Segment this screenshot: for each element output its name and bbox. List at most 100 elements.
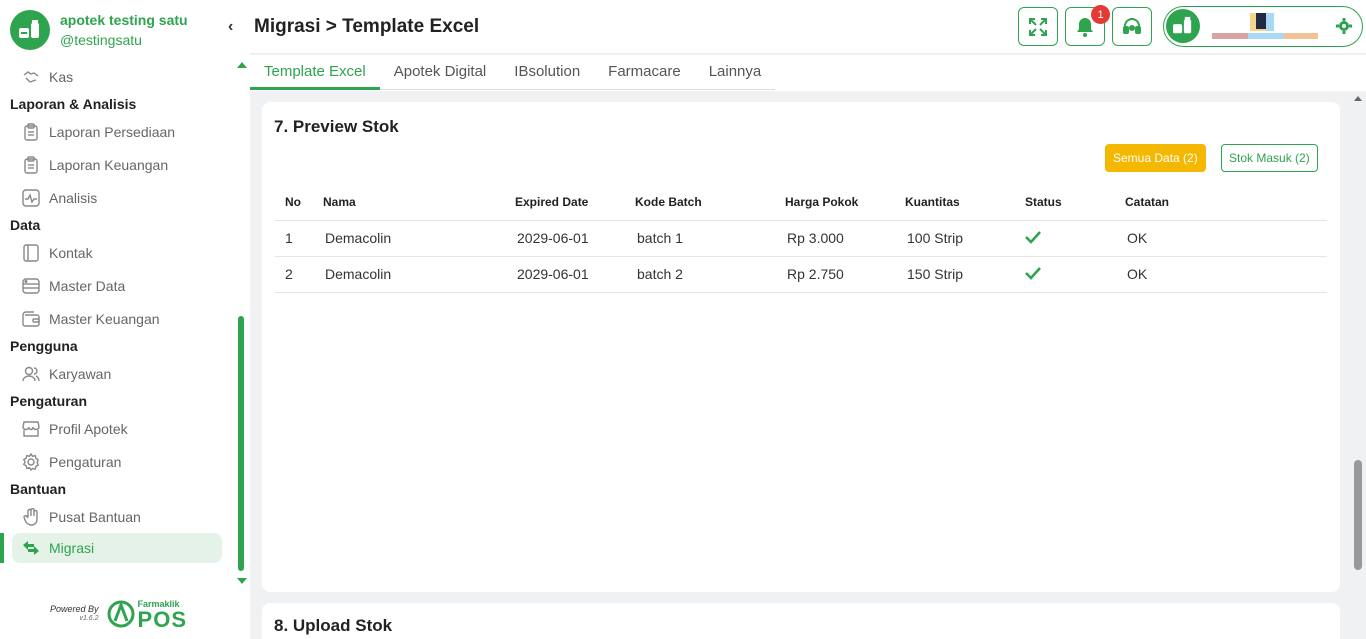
table-cell: 1 xyxy=(275,220,323,257)
sidebar-section-pengguna: Pengguna xyxy=(10,338,78,354)
pharmacy-name: apotek testing satu xyxy=(60,12,188,28)
powered-by-label: Powered By xyxy=(50,604,99,614)
brand[interactable]: apotek testing satu @testingsatu xyxy=(10,10,188,50)
filter-stock-in-button[interactable]: Stok Masuk (2) xyxy=(1221,144,1318,172)
table-header-row: No Nama Expired Date Kode Batch Harga Po… xyxy=(275,184,1327,221)
tab-ibsolution[interactable]: IBsolution xyxy=(500,55,594,90)
scrollbar-thumb[interactable] xyxy=(1354,460,1362,570)
headset-icon xyxy=(1123,17,1141,34)
sidebar-item-master-data[interactable]: Master Data xyxy=(0,269,235,302)
sidebar-item-label: Pengaturan xyxy=(49,453,122,470)
sidebar-item-label: Profil Apotek xyxy=(49,420,128,437)
table-cell: Rp 2.750 xyxy=(785,256,905,293)
sidebar-scrollbar[interactable] xyxy=(236,60,247,590)
sidebar-item-migrasi[interactable]: Migrasi xyxy=(0,533,222,563)
sidebar-item-kas[interactable]: Kas xyxy=(0,60,235,93)
section-title: 7. Preview Stok xyxy=(274,117,399,136)
filter-all-data-button[interactable]: Semua Data (2) xyxy=(1105,144,1206,172)
scroll-down-icon[interactable] xyxy=(237,578,247,584)
sidebar-item-karyawan[interactable]: Karyawan xyxy=(0,357,235,390)
section-title: 8. Upload Stok xyxy=(274,616,393,635)
column-header: No xyxy=(275,184,323,221)
sidebar-section-data: Data xyxy=(10,217,41,233)
clipboard-icon xyxy=(22,155,40,174)
expand-icon xyxy=(1029,17,1047,36)
farmaklik-logo-icon xyxy=(107,600,135,628)
table-cell: 100 Strip xyxy=(905,220,1025,257)
status-check-icon xyxy=(1025,256,1125,293)
fullscreen-button[interactable] xyxy=(1018,7,1058,46)
preview-stock-table: No Nama Expired Date Kode Batch Harga Po… xyxy=(275,184,1327,293)
column-header: Expired Date xyxy=(515,184,635,221)
sidebar-item-kontak[interactable]: Kontak xyxy=(0,236,235,269)
scrollbar-thumb[interactable] xyxy=(238,316,244,571)
contact-book-icon xyxy=(22,243,40,262)
table-cell: batch 1 xyxy=(635,220,785,257)
notification-button[interactable]: 1 xyxy=(1065,5,1110,46)
gear-icon xyxy=(22,452,40,471)
redacted-user-info-icon xyxy=(1212,13,1318,39)
sidebar-item-label: Kas xyxy=(49,68,74,85)
scroll-up-icon[interactable] xyxy=(237,62,247,68)
sidebar-item-label: Kontak xyxy=(49,244,93,261)
migration-tabs-bar: Template Excel Apotek Digital IBsolution… xyxy=(250,55,1366,91)
sidebar-item-label: Pusat Bantuan xyxy=(49,508,141,525)
sidebar-nav: Kas Laporan & Analisis Laporan Persediaan L… xyxy=(0,60,235,590)
collapse-sidebar-chevron-icon[interactable]: ‹ xyxy=(228,18,233,36)
hand-icon xyxy=(22,507,40,526)
tab-farmacare[interactable]: Farmacare xyxy=(594,55,695,90)
column-header: Kode Batch xyxy=(635,184,785,221)
table-cell: 2029-06-01 xyxy=(515,220,635,257)
upload-stock-card: 8. Upload Stok xyxy=(262,603,1340,639)
table-cell: Demacolin xyxy=(323,256,515,293)
sidebar-item-label: Migrasi xyxy=(49,540,95,556)
pharmacy-logo-icon xyxy=(1173,16,1192,34)
gear-icon[interactable] xyxy=(1336,18,1352,34)
pulse-icon xyxy=(22,188,40,207)
database-icon xyxy=(22,277,40,295)
avatar xyxy=(1166,9,1200,43)
column-header: Catatan xyxy=(1125,184,1327,221)
table-cell: Demacolin xyxy=(323,220,515,257)
store-icon xyxy=(22,420,40,438)
sidebar-section-pengaturan: Pengaturan xyxy=(10,393,88,409)
wallet-icon xyxy=(22,310,40,328)
pos-label: POS xyxy=(137,607,187,632)
tab-template-excel[interactable]: Template Excel xyxy=(250,55,380,90)
tab-apotek-digital[interactable]: Apotek Digital xyxy=(380,55,501,90)
sidebar-item-label: Master Keuangan xyxy=(49,310,160,327)
sidebar-item-laporan-persediaan[interactable]: Laporan Persediaan xyxy=(0,115,235,148)
tab-lainnya[interactable]: Lainnya xyxy=(695,55,776,90)
sidebar-section-bantuan: Bantuan xyxy=(10,481,66,497)
sidebar-section-laporan-and-analisis: Laporan & Analisis xyxy=(10,96,137,112)
sidebar-item-profil-apotek[interactable]: Profil Apotek xyxy=(0,412,235,445)
sidebar-item-label: Master Data xyxy=(49,277,126,294)
username: @testingsatu xyxy=(60,32,142,48)
top-header: Migrasi > Template Excel 1 xyxy=(250,0,1366,54)
clipboard-icon xyxy=(22,122,40,141)
bell-icon xyxy=(1077,17,1093,37)
table-cell: batch 2 xyxy=(635,256,785,293)
page-title: Migrasi > Template Excel xyxy=(254,16,480,37)
sidebar-item-label: Laporan Persediaan xyxy=(49,123,176,140)
sidebar-item-label: Laporan Keuangan xyxy=(49,156,169,173)
column-header: Status xyxy=(1025,184,1125,221)
support-button[interactable] xyxy=(1112,7,1152,46)
sidebar-item-master-keuangan[interactable]: Master Keuangan xyxy=(0,302,235,335)
status-check-icon xyxy=(1025,220,1125,257)
profile-menu[interactable] xyxy=(1163,6,1363,47)
sidebar-item-laporan-keuangan[interactable]: Laporan Keuangan xyxy=(0,148,235,181)
sidebar-item-pusat-bantuan[interactable]: Pusat Bantuan xyxy=(0,500,235,533)
preview-stock-card: 7. Preview Stok Semua Data (2) Stok Masu… xyxy=(262,102,1340,592)
column-header: Kuantitas xyxy=(905,184,1025,221)
scroll-up-icon[interactable] xyxy=(1354,96,1362,101)
table-cell: 150 Strip xyxy=(905,256,1025,293)
table-cell: Rp 3.000 xyxy=(785,220,905,257)
table-cell: 2029-06-01 xyxy=(515,256,635,293)
sidebar-item-pengaturan[interactable]: Pengaturan xyxy=(0,445,235,478)
table-cell: OK xyxy=(1125,220,1327,257)
sidebar-item-label: Karyawan xyxy=(49,365,112,382)
cash-icon xyxy=(22,68,40,86)
main-scrollbar[interactable] xyxy=(1352,92,1364,639)
sidebar-item-analisis[interactable]: Analisis xyxy=(0,181,235,214)
